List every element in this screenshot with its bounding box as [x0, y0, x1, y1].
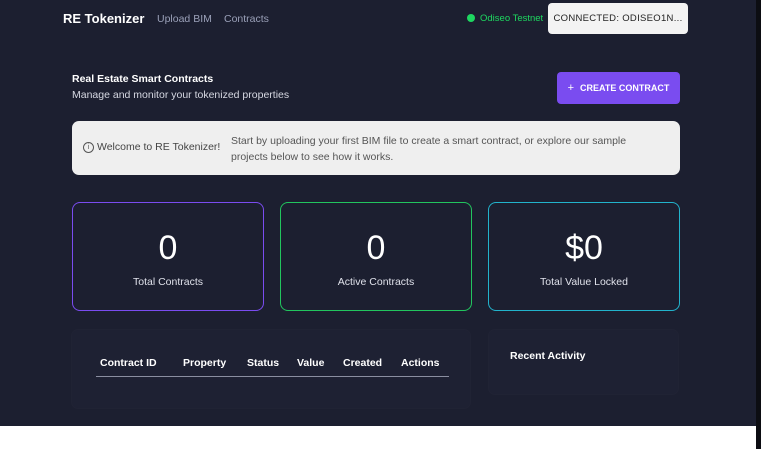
- welcome-banner: i Welcome to RE Tokenizer! Start by uplo…: [72, 121, 680, 175]
- column-header-property[interactable]: Property: [183, 351, 247, 376]
- info-icon: i: [83, 141, 94, 153]
- plus-icon: +: [567, 82, 575, 94]
- nav-link-upload-bim[interactable]: Upload BIM: [157, 13, 212, 25]
- stat-card-total-contracts: 0 Total Contracts: [72, 202, 264, 311]
- stat-label: Total Contracts: [132, 276, 204, 288]
- page-title: Real Estate Smart Contracts: [72, 73, 214, 85]
- column-header-status[interactable]: Status: [247, 351, 297, 376]
- create-contract-button[interactable]: + CREATE CONTRACT: [557, 72, 680, 104]
- contracts-table-header: Contract ID Property Status Value Create…: [96, 351, 449, 377]
- stat-label: Active Contracts: [337, 276, 415, 288]
- wallet-connect-button[interactable]: CONNECTED: ODISEO1N...: [548, 3, 688, 34]
- network-label: Odiseo Testnet: [480, 13, 544, 24]
- column-header-actions[interactable]: Actions: [401, 351, 449, 376]
- stat-label: Total Value Locked: [540, 276, 628, 288]
- stat-value: $0: [565, 229, 603, 267]
- brand-title[interactable]: RE Tokenizer: [63, 11, 144, 26]
- banner-heading: i Welcome to RE Tokenizer!: [83, 141, 220, 153]
- column-header-contract-id[interactable]: Contract ID: [96, 351, 183, 376]
- banner-message: Start by uploading your first BIM file t…: [231, 135, 627, 163]
- stat-card-active-contracts: 0 Active Contracts: [280, 202, 472, 311]
- column-header-created[interactable]: Created: [343, 351, 401, 376]
- window-edge: [756, 0, 761, 449]
- stat-card-total-value-locked: $0 Total Value Locked: [488, 202, 680, 311]
- recent-activity-title: Recent Activity: [510, 350, 586, 362]
- network-status-dot: [467, 14, 475, 22]
- column-header-value[interactable]: Value: [297, 351, 343, 376]
- app-window: RE Tokenizer Upload BIM Contracts Odiseo…: [0, 0, 756, 426]
- create-contract-label: CREATE CONTRACT: [580, 83, 670, 93]
- stat-value: 0: [158, 229, 178, 267]
- nav-link-contracts[interactable]: Contracts: [224, 13, 269, 25]
- page-subtitle: Manage and monitor your tokenized proper…: [72, 89, 290, 101]
- banner-heading-text: Welcome to RE Tokenizer!: [97, 141, 221, 153]
- recent-activity-panel: [489, 330, 678, 394]
- stat-value: 0: [366, 229, 386, 267]
